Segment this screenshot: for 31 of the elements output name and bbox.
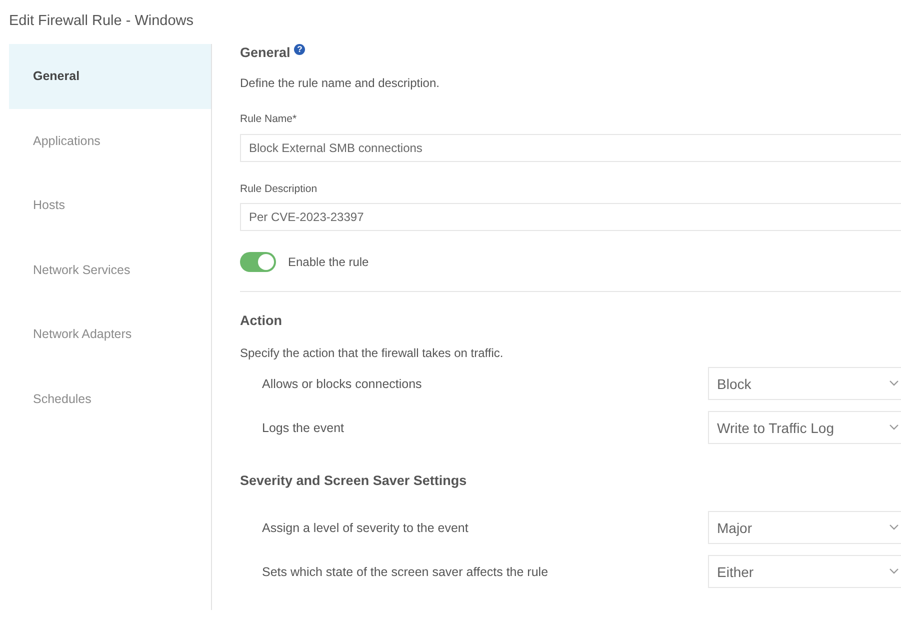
text-field[interactable]: Block External SMB connections: [240, 134, 901, 162]
window-title: Edit Firewall Rule - Windows: [8, 12, 195, 31]
sidebar-tab[interactable]: Applications: [9, 108, 211, 173]
dropdown[interactable]: Major: [708, 511, 901, 544]
sidebar-tab[interactable]: General: [9, 44, 211, 108]
section-heading: General: [240, 44, 290, 62]
sidebar-tab[interactable]: Schedules: [9, 366, 211, 431]
sidebar-tab[interactable]: Network Adapters: [9, 302, 211, 366]
setting-label: Sets which state of the screen saver affects the rule: [261, 564, 550, 578]
field-label: Rule Name*: [240, 112, 298, 127]
sidebar-tab[interactable]: Network Services: [9, 238, 211, 302]
section-heading: Severity and Screen Saver Settings: [240, 472, 468, 490]
setting-label: Allows or blocks connections: [261, 376, 423, 390]
setting-label: Assign a level of severity to the event: [261, 520, 470, 534]
toggle-switch[interactable]: [240, 252, 276, 272]
field-label: Rule Description: [240, 182, 318, 197]
section-description: Define the rule name and description.: [240, 75, 440, 91]
sidebar-tab[interactable]: Hosts: [9, 173, 211, 238]
toggle-label: Enable the rule: [288, 255, 369, 269]
chevron-icon: [889, 380, 899, 387]
dropdown[interactable]: Write to Traffic Log: [708, 411, 901, 444]
dropdown[interactable]: Either: [708, 555, 901, 588]
section-heading: Action: [240, 312, 283, 330]
section-description: Specify the action that the firewall takes on traffic.: [240, 345, 504, 361]
text-field[interactable]: Per CVE-2023-23397: [240, 203, 901, 231]
chevron-icon: [889, 568, 899, 575]
setting-label: Logs the event: [261, 420, 346, 434]
chevron-icon: [889, 424, 899, 431]
dropdown[interactable]: Block: [708, 367, 901, 400]
help-icon[interactable]: ?: [294, 44, 306, 54]
chevron-icon: [889, 524, 899, 531]
